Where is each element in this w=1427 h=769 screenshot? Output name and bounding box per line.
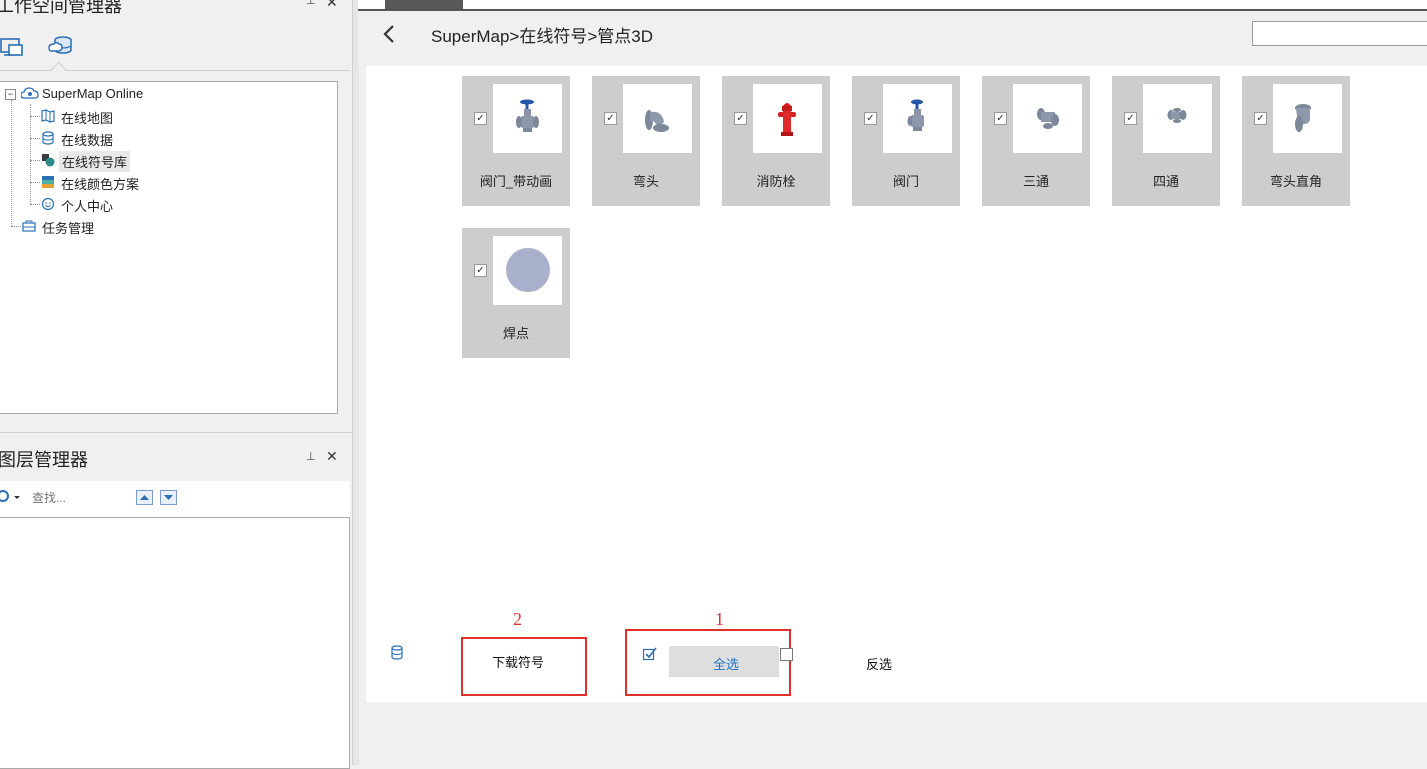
tree-item-personal-center[interactable]: 个人中心 bbox=[61, 196, 113, 215]
download-symbols-label: 下载符号 bbox=[492, 655, 545, 670]
document-tab-strip bbox=[358, 0, 1427, 11]
online-tab-icon[interactable] bbox=[48, 34, 74, 63]
pin-icon[interactable]: ⊥ bbox=[306, 450, 316, 463]
online-map-icon bbox=[41, 109, 55, 128]
symbol-card[interactable]: ✓ 焊点 bbox=[462, 228, 570, 358]
layer-manager-title: 图层管理器 bbox=[0, 450, 88, 470]
tree-guide-line bbox=[30, 116, 40, 117]
cross-icon bbox=[1143, 84, 1212, 153]
tree-guide-line bbox=[30, 204, 40, 205]
move-down-button[interactable] bbox=[160, 490, 177, 505]
symbol-name: 弯头 bbox=[632, 174, 659, 189]
tree-item-task-management[interactable]: 任务管理 bbox=[42, 218, 94, 237]
tree-item-online-data[interactable]: 在线数据 bbox=[61, 130, 113, 149]
tree-item-online-symbol-library[interactable]: 在线符号库 bbox=[59, 151, 131, 172]
tree-guide-line bbox=[30, 104, 31, 204]
symbol-checkbox[interactable]: ✓ bbox=[734, 112, 747, 125]
symbol-card[interactable]: ✓ 阀门_带动画 bbox=[462, 76, 570, 206]
symbol-name: 阀门 bbox=[892, 174, 919, 189]
symbol-card[interactable]: ✓ 四通 bbox=[1112, 76, 1220, 206]
valve-animated-icon bbox=[493, 84, 562, 153]
symbol-name: 焊点 bbox=[502, 326, 529, 341]
symbol-checkbox[interactable]: ✓ bbox=[994, 112, 1007, 125]
layer-list[interactable] bbox=[0, 517, 350, 769]
invert-selection-button[interactable]: 反选 bbox=[866, 654, 892, 673]
online-color-scheme-icon bbox=[41, 175, 55, 194]
arrow-down-icon bbox=[164, 495, 173, 500]
tree-guide-line bbox=[11, 226, 21, 227]
personal-center-icon bbox=[41, 197, 55, 216]
tree-guide-line bbox=[30, 160, 40, 161]
panel-separator bbox=[0, 432, 352, 433]
select-all-label: 全选 bbox=[713, 657, 740, 672]
back-button[interactable] bbox=[380, 22, 400, 53]
weld-point-icon bbox=[493, 236, 562, 305]
close-icon[interactable]: ✕ bbox=[326, 0, 338, 11]
symbol-card[interactable]: ✓ 消防栓 bbox=[722, 76, 830, 206]
online-symbol-library-icon bbox=[41, 153, 55, 172]
elbow-icon bbox=[623, 84, 692, 153]
document-tab-active[interactable] bbox=[385, 0, 463, 9]
arrow-up-icon bbox=[140, 495, 149, 500]
tree-item-online-color-scheme[interactable]: 在线颜色方案 bbox=[61, 174, 139, 193]
chevron-left-icon bbox=[383, 25, 394, 43]
symbol-name: 三通 bbox=[1022, 174, 1049, 189]
annotation-marker-1: 1 bbox=[715, 609, 724, 629]
symbol-checkbox[interactable]: ✓ bbox=[1124, 112, 1137, 125]
tree-guide-line bbox=[30, 182, 40, 183]
symbol-card[interactable]: ✓ 弯头 bbox=[592, 76, 700, 206]
cloud-icon bbox=[20, 86, 39, 105]
tree-root-supermap-online[interactable]: SuperMap Online bbox=[42, 86, 143, 101]
move-up-button[interactable] bbox=[136, 490, 153, 505]
symbol-checkbox[interactable]: ✓ bbox=[474, 264, 487, 277]
symbol-name: 消防栓 bbox=[756, 174, 796, 189]
symbol-card[interactable]: ✓ 弯头直角 bbox=[1242, 76, 1350, 206]
invert-checkbox-icon[interactable] bbox=[780, 648, 793, 661]
valve-icon bbox=[883, 84, 952, 153]
pane-splitter[interactable] bbox=[352, 0, 359, 765]
symbol-checkbox[interactable]: ✓ bbox=[864, 112, 877, 125]
tree-item-online-map[interactable]: 在线地图 bbox=[61, 108, 113, 127]
tee-icon bbox=[1013, 84, 1082, 153]
symbol-checkbox[interactable]: ✓ bbox=[474, 112, 487, 125]
annotation-marker-2: 2 bbox=[513, 609, 522, 629]
tree-guide-line bbox=[30, 138, 40, 139]
symbol-name: 阀门_带动画 bbox=[479, 174, 553, 189]
layer-search-input[interactable] bbox=[32, 491, 127, 505]
symbol-name: 弯头直角 bbox=[1269, 174, 1322, 189]
close-icon[interactable]: ✕ bbox=[326, 448, 338, 465]
right-angle-elbow-icon bbox=[1273, 84, 1342, 153]
task-management-icon bbox=[22, 219, 36, 238]
search-icon[interactable] bbox=[0, 489, 20, 510]
symbol-card[interactable]: ✓ 阀门 bbox=[852, 76, 960, 206]
tree-guide-line bbox=[11, 100, 12, 226]
symbol-name: 四通 bbox=[1152, 174, 1179, 189]
pin-icon[interactable]: ⊥ bbox=[306, 0, 316, 7]
collapse-toggle[interactable]: − bbox=[5, 89, 16, 100]
database-icon bbox=[390, 645, 404, 666]
workspace-manager-title: 工作空间管理器 bbox=[0, 0, 122, 16]
breadcrumb: SuperMap>在线符号>管点3D bbox=[431, 27, 654, 46]
workspace-tab-icon[interactable] bbox=[0, 36, 24, 63]
symbol-checkbox[interactable]: ✓ bbox=[1254, 112, 1267, 125]
symbol-search-input[interactable] bbox=[1252, 21, 1427, 46]
symbol-checkbox[interactable]: ✓ bbox=[604, 112, 617, 125]
fire-hydrant-icon bbox=[753, 84, 822, 153]
select-all-checkbox-icon[interactable] bbox=[642, 646, 658, 667]
online-data-icon bbox=[41, 131, 55, 150]
symbol-card[interactable]: ✓ 三通 bbox=[982, 76, 1090, 206]
